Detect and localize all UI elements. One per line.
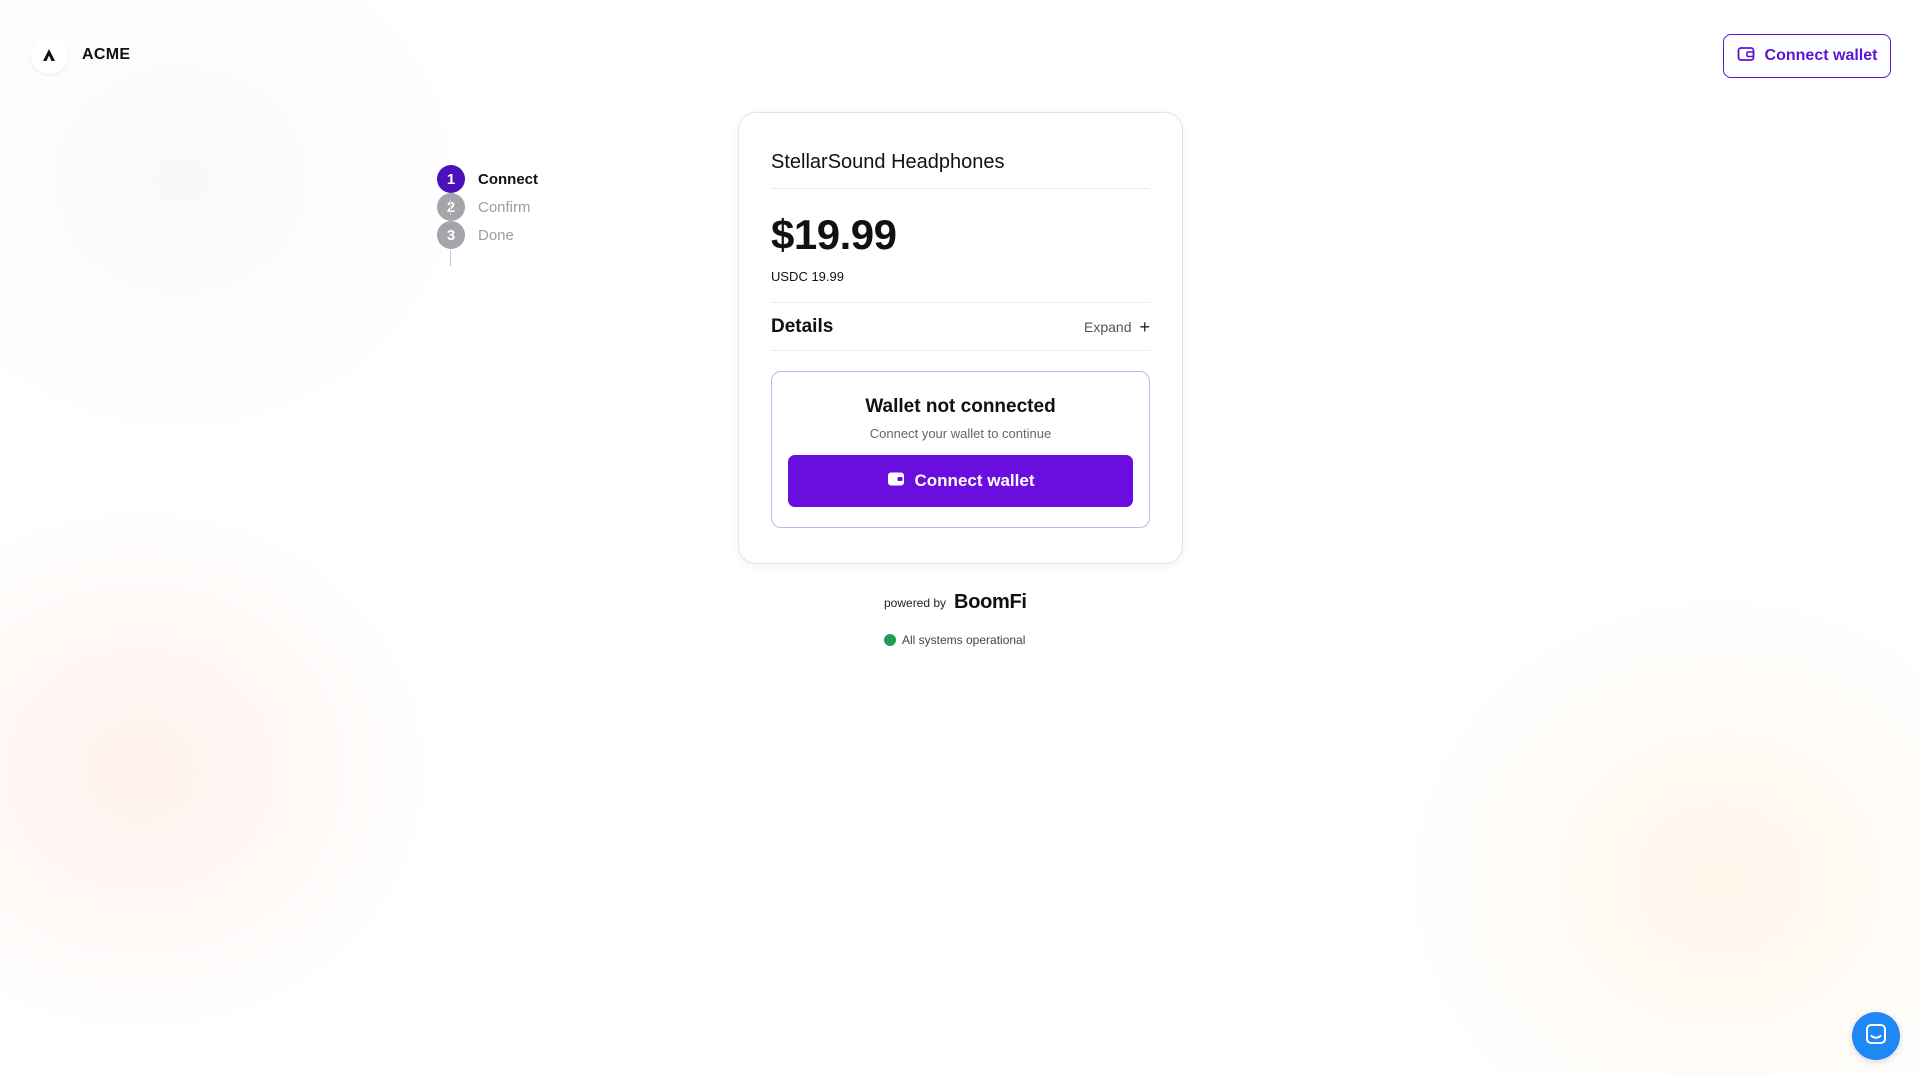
powered-by[interactable]: powered by BoomFi bbox=[884, 591, 1027, 614]
step-confirm: 2 Confirm bbox=[437, 193, 538, 221]
price-token-amount: USDC 19.99 bbox=[771, 269, 1150, 303]
step-label: Confirm bbox=[478, 198, 531, 216]
step-number: 1 bbox=[437, 165, 465, 193]
header-connect-wallet-label: Connect wallet bbox=[1764, 47, 1878, 64]
step-connector bbox=[450, 199, 451, 215]
checkout-stepper: 1 Connect 2 Confirm 3 Done bbox=[437, 165, 538, 266]
system-status[interactable]: All systems operational bbox=[884, 633, 1025, 647]
status-dot-icon bbox=[884, 634, 896, 646]
step-number: 2 bbox=[437, 193, 465, 221]
chat-icon bbox=[1865, 1023, 1887, 1050]
wallet-status-title: Wallet not connected bbox=[865, 396, 1056, 417]
details-row: Details Expand + bbox=[771, 303, 1150, 351]
powered-by-text: powered by bbox=[884, 595, 947, 610]
step-number: 3 bbox=[437, 221, 465, 249]
wallet-icon bbox=[1737, 46, 1755, 67]
step-label: Connect bbox=[478, 170, 538, 188]
step-label: Done bbox=[478, 226, 514, 244]
acme-logo-icon bbox=[30, 36, 68, 74]
brand[interactable]: ACME bbox=[30, 36, 130, 74]
wallet-icon bbox=[887, 471, 905, 492]
step-connector bbox=[450, 250, 451, 266]
step-done: 3 Done bbox=[437, 221, 538, 249]
details-label: Details bbox=[771, 315, 834, 337]
wallet-status-subtitle: Connect your wallet to continue bbox=[869, 426, 1052, 441]
product-title: StellarSound Headphones bbox=[771, 151, 1150, 189]
chat-launcher-button[interactable] bbox=[1852, 1012, 1900, 1060]
connect-wallet-button[interactable]: Connect wallet bbox=[788, 455, 1133, 507]
price: $19.99 bbox=[771, 211, 897, 258]
expand-details-button[interactable]: Expand + bbox=[1084, 318, 1150, 336]
connect-wallet-label: Connect wallet bbox=[914, 471, 1035, 490]
brand-name: ACME bbox=[82, 46, 131, 63]
wallet-status-panel: Wallet not connected Connect your wallet… bbox=[771, 371, 1150, 528]
boomfi-logo: BoomFi bbox=[954, 591, 1027, 613]
header-connect-wallet-button[interactable]: Connect wallet bbox=[1723, 34, 1891, 78]
expand-label: Expand bbox=[1084, 318, 1132, 335]
status-text: All systems operational bbox=[902, 633, 1026, 647]
checkout-card: StellarSound Headphones $19.99 USDC 19.9… bbox=[738, 112, 1183, 564]
step-connect: 1 Connect bbox=[437, 165, 538, 193]
plus-icon: + bbox=[1139, 316, 1150, 337]
